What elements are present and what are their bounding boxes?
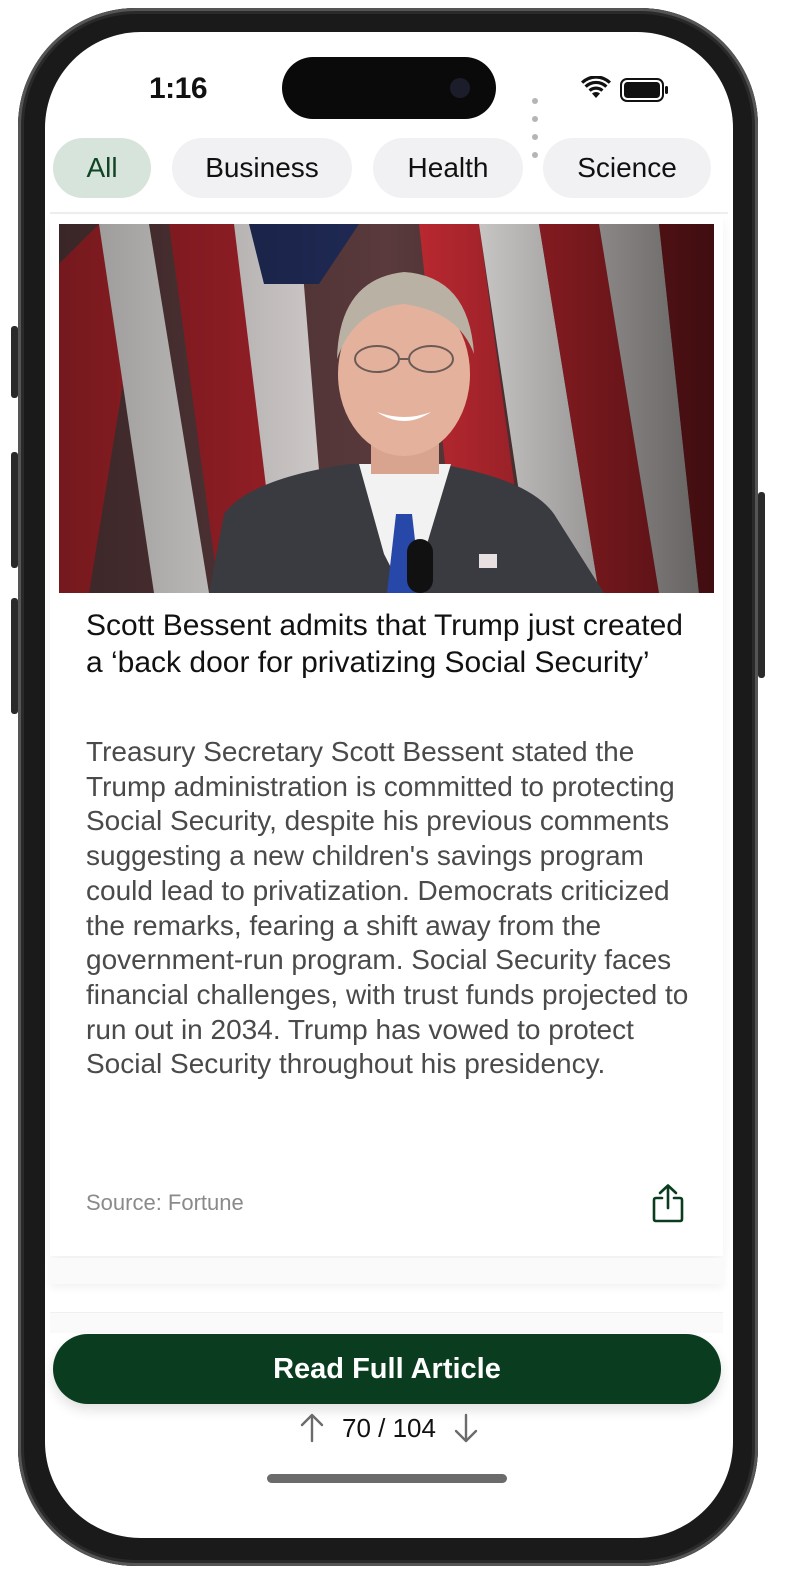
tab-all[interactable]: All [53,138,151,198]
article-card[interactable]: Scott Bessent admits that Trump just cre… [50,215,723,1256]
power-button [758,492,765,678]
arrow-up-icon[interactable] [298,1413,326,1443]
arrow-down-icon[interactable] [452,1413,480,1443]
tab-label: All [86,152,118,183]
battery-icon [620,78,668,102]
page-counter: 70 / 104 [342,1412,436,1443]
article-image [59,224,714,593]
article-source: Source: Fortune [86,1190,244,1215]
status-time: 1:16 [149,72,208,105]
tabs-divider [50,212,728,214]
dynamic-island [282,57,496,119]
article-summary: Treasury Secretary Scott Bessent stated … [86,736,689,1080]
read-full-article-label: Read Full Article [273,1352,501,1385]
tab-business[interactable]: Business [172,138,352,198]
tab-label: Health [407,152,489,183]
home-indicator[interactable] [267,1474,507,1483]
article-pager: 70 / 104 [45,1410,733,1446]
tab-label: Business [205,152,319,183]
tab-science[interactable]: Science [543,138,711,198]
tab-label: Science [577,152,677,183]
read-full-article-button[interactable]: Read Full Article [53,1334,721,1404]
app-screen: 1:16 All Business Health Science Scott B… [45,32,733,1538]
volume-down-button [11,598,18,714]
next-card-edge [50,1258,723,1284]
volume-up-button [11,452,18,568]
camera-icon [450,78,470,98]
wifi-icon [581,76,611,98]
cellular-signal-icon [532,91,540,163]
action-button [11,326,18,398]
next-card-edge [50,1312,723,1333]
share-icon[interactable] [651,1183,685,1223]
tab-health[interactable]: Health [373,138,523,198]
article-headline: Scott Bessent admits that Trump just cre… [86,609,683,679]
